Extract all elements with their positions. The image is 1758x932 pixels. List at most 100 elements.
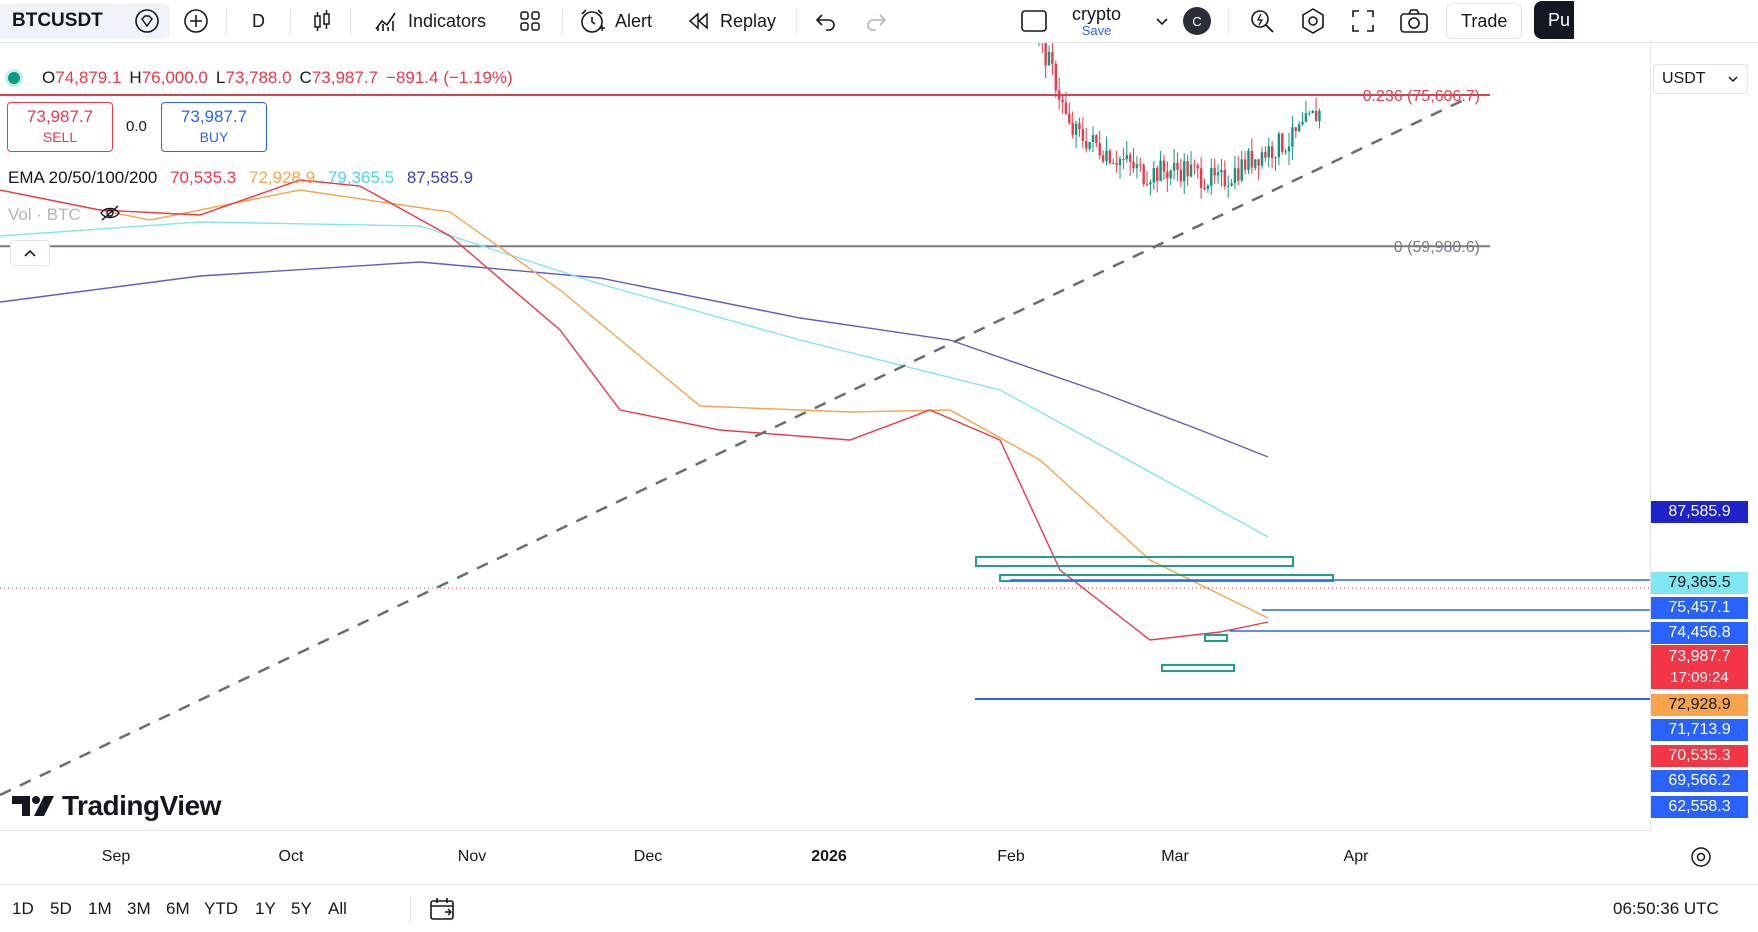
collapse-legend-button[interactable] [10, 240, 50, 266]
support-zone-box [1204, 634, 1228, 642]
candle-body [1166, 171, 1169, 179]
candle-body [1186, 161, 1189, 177]
candle-body [1162, 160, 1166, 172]
candle-body [1112, 163, 1115, 165]
candle-body [1101, 155, 1105, 162]
layout-name-button[interactable]: crypto Save [1072, 0, 1121, 42]
time-axis-tick: Apr [1343, 848, 1369, 865]
chart-type-candles-icon[interactable] [308, 0, 336, 42]
layout-square-icon[interactable] [1019, 0, 1049, 42]
candle-body [1189, 164, 1193, 177]
quick-search-icon[interactable] [1247, 0, 1277, 42]
avatar-letter: C [1183, 7, 1211, 35]
trade-label: Trade [1461, 10, 1508, 31]
interval-button[interactable]: D [252, 0, 265, 42]
buy-button[interactable]: 73,987.7 BUY [161, 102, 267, 152]
symbol-favorite-icon[interactable] [133, 0, 161, 42]
candle-body [1291, 127, 1294, 147]
candle-body [1237, 168, 1240, 181]
toolbar-divider [562, 8, 563, 34]
candle-body [1294, 127, 1297, 132]
logo-text: TradingView [62, 790, 221, 821]
utc-clock[interactable]: 06:50:36 UTC [1613, 885, 1719, 932]
compare-symbol-icon[interactable] [182, 0, 210, 42]
range-button-all[interactable]: All [328, 885, 347, 932]
ohlc-l-label: L [215, 68, 226, 87]
replay-button[interactable]: Replay [686, 0, 776, 42]
volume-legend[interactable]: Vol · BTC [8, 204, 121, 227]
sell-button[interactable]: 73,987.7 SELL [7, 102, 113, 152]
indicators-icon [375, 12, 396, 31]
range-button-5d[interactable]: 5D [50, 885, 72, 932]
candle-body [1216, 172, 1220, 176]
replay-label: Replay [720, 10, 777, 31]
eye-hidden-icon[interactable] [99, 204, 121, 227]
range-button-ytd[interactable]: YTD [204, 885, 238, 932]
interval-label: D [252, 10, 265, 31]
layouts-grid-icon[interactable] [516, 0, 544, 42]
avatar[interactable]: C [1183, 0, 1211, 42]
goto-date-calendar-icon[interactable] [428, 885, 456, 932]
toolbar-divider [350, 8, 351, 34]
price-tag-last: 73,987.7 17:09:24 [1651, 645, 1748, 689]
range-button-1y[interactable]: 1Y [255, 885, 276, 932]
candle-body [1210, 167, 1213, 186]
candle-body [1287, 146, 1291, 152]
range-button-3m[interactable]: 3M [127, 885, 151, 932]
price-chart-canvas[interactable]: 1 (126,193.0)0.786 (112,023.5)0.618 (100… [0, 43, 1650, 830]
candle-body [1108, 150, 1112, 164]
candle-body [1203, 188, 1206, 190]
range-button-1d[interactable]: 1D [12, 885, 34, 932]
candle-body [1230, 183, 1233, 186]
candle-body [1257, 159, 1260, 166]
candle-body [1311, 110, 1314, 114]
alert-button[interactable]: Alert [577, 0, 652, 42]
ema200-value: 87,585.9 [406, 168, 474, 187]
candle-body [1267, 146, 1270, 158]
camera-snapshot-icon[interactable] [1398, 0, 1430, 42]
buy-label: BUY [199, 129, 229, 145]
candle-body [1284, 151, 1287, 153]
undo-icon[interactable] [813, 0, 839, 42]
market-status-dot [8, 72, 20, 84]
fib-level-label: 0 (59,980.6) [1394, 239, 1480, 256]
publish-button[interactable]: Pu [1534, 1, 1574, 39]
currency-select[interactable]: USDT [1653, 64, 1748, 94]
ema100-line [0, 221, 1269, 538]
range-button-6m[interactable]: 6M [166, 885, 190, 932]
candle-body [1301, 121, 1304, 125]
indicators-button[interactable]: Indicators [372, 0, 486, 42]
candle-body [1176, 162, 1179, 170]
trade-button[interactable]: Trade [1446, 3, 1523, 39]
toolbar-divider [1228, 8, 1229, 34]
bottom-toolbar: 1D 5D 1M 3M 6M YTD 1Y 5Y All 06:50:36 UTC [0, 884, 1758, 932]
range-button-5y[interactable]: 5Y [291, 885, 312, 932]
auto-scale-settings-icon[interactable] [1689, 845, 1713, 874]
settings-gear-icon[interactable] [1298, 0, 1328, 42]
candle-body [1213, 167, 1216, 176]
publish-label: Pu [1548, 9, 1571, 30]
candle-body [1243, 159, 1247, 170]
candle-body [1314, 110, 1318, 122]
range-button-1m[interactable]: 1M [88, 885, 112, 932]
candle-body [1047, 52, 1051, 66]
layout-save-status: Save [1081, 22, 1112, 38]
candle-body [1081, 129, 1085, 142]
candle-body [1206, 185, 1210, 189]
redo-icon[interactable] [863, 0, 889, 42]
top-toolbar: BTCUSDT D Indicators Alert Replay crypto… [0, 0, 1758, 43]
candle-body [1044, 43, 1047, 66]
ohlc-close: 73,987.7 [311, 68, 379, 87]
ema-legend[interactable]: EMA 20/50/100/200 70,535.3 72,928.9 79,3… [8, 168, 473, 188]
candle-body [1274, 157, 1277, 159]
layout-menu-chevron-down-icon[interactable] [1153, 0, 1171, 42]
ohlc-legend: O 74,879.1 H 76,000.0 L 73,788.0 C 73,987.7 … [8, 68, 513, 88]
candle-body [1152, 168, 1156, 183]
ema200-line [0, 261, 1269, 458]
ohlc-open: 74,879.1 [55, 68, 122, 87]
candle-body [1199, 168, 1203, 189]
fullscreen-icon[interactable] [1349, 0, 1377, 42]
tradingview-logo[interactable]: TradingView [12, 790, 221, 822]
currency-value: USDT [1662, 70, 1706, 87]
price-tag-level-4: 69,566.2 [1651, 770, 1748, 792]
